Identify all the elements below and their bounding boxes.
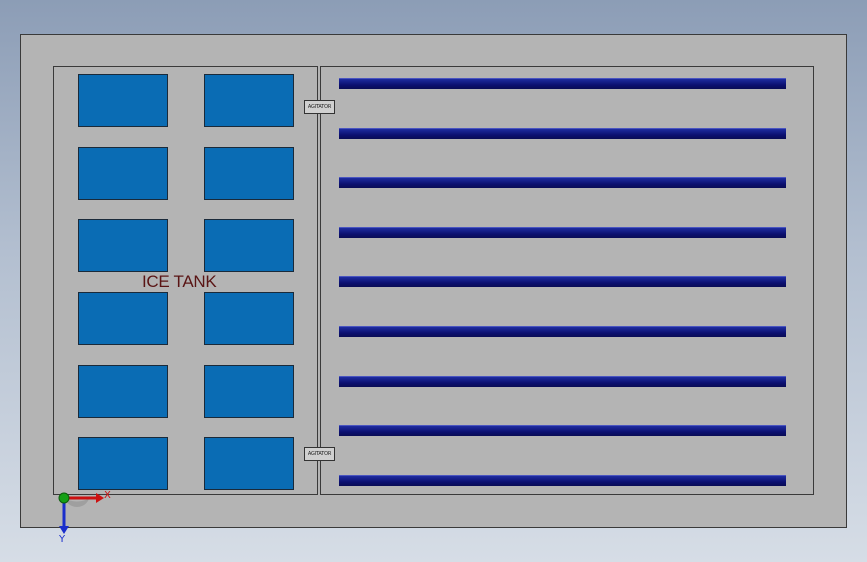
ice-block bbox=[78, 365, 168, 418]
axis-triad[interactable]: X Y bbox=[50, 480, 120, 545]
rack-bar bbox=[339, 376, 786, 387]
ice-tank-label: ICE TANK bbox=[142, 272, 217, 291]
ice-block bbox=[78, 147, 168, 200]
rack-bar bbox=[339, 227, 786, 238]
agitator-label-bottom: AGITATOR bbox=[304, 447, 335, 461]
ice-block bbox=[78, 292, 168, 345]
rack-bar bbox=[339, 78, 786, 89]
ice-block bbox=[204, 292, 294, 345]
axis-triad-icon: X Y bbox=[58, 490, 111, 545]
x-axis-arrow-head bbox=[96, 493, 104, 503]
y-axis-arrow-head bbox=[59, 526, 69, 534]
rack-bar bbox=[339, 475, 786, 486]
agitator-label-top: AGITATOR bbox=[304, 100, 335, 114]
ice-block bbox=[204, 147, 294, 200]
y-axis-label: Y bbox=[58, 534, 66, 544]
ice-block bbox=[78, 219, 168, 272]
rack-bar bbox=[339, 128, 786, 139]
ice-block bbox=[204, 437, 294, 490]
origin-marker bbox=[58, 492, 70, 504]
rack-bar bbox=[339, 326, 786, 337]
x-axis-label: X bbox=[104, 490, 111, 501]
ice-block bbox=[78, 74, 168, 127]
ice-block bbox=[204, 219, 294, 272]
ice-block bbox=[204, 74, 294, 127]
ice-block bbox=[204, 365, 294, 418]
rack-bar bbox=[339, 177, 786, 188]
rack-bar bbox=[339, 425, 786, 436]
rack-bar bbox=[339, 276, 786, 287]
